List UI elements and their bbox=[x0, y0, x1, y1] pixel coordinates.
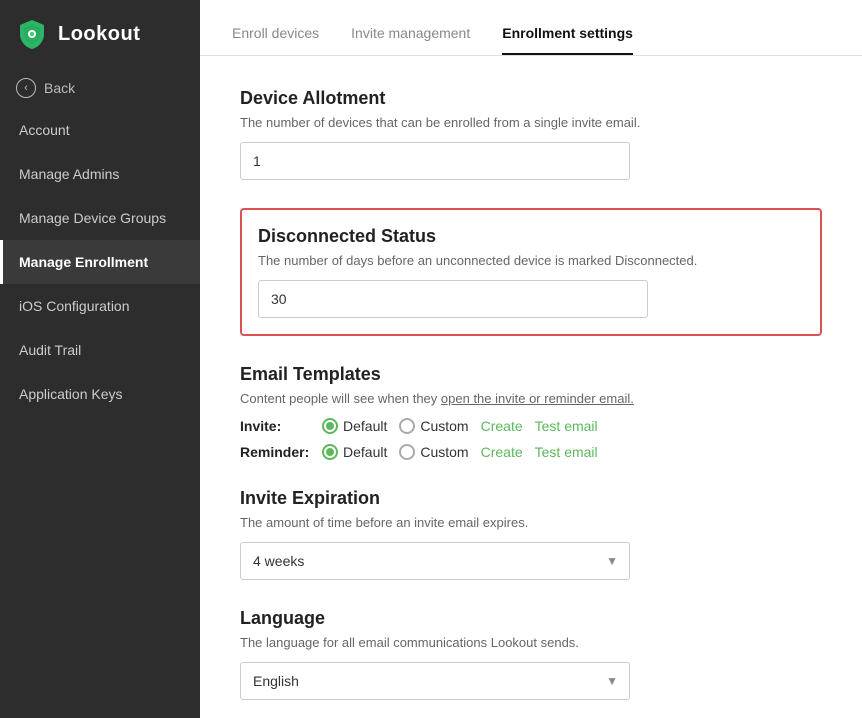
invite-default-radio-dot bbox=[322, 418, 338, 434]
invite-expiration-select-wrapper: 1 week 2 weeks 4 weeks 8 weeks Never ▼ bbox=[240, 542, 630, 580]
invite-create-link[interactable]: Create bbox=[481, 418, 523, 434]
reminder-row: Reminder: Default Custom Create Test ema… bbox=[240, 444, 822, 460]
invite-row: Invite: Default Custom Create Test email bbox=[240, 418, 822, 434]
language-select[interactable]: English French German Spanish bbox=[240, 662, 630, 700]
invite-expiration-section: Invite Expiration The amount of time bef… bbox=[240, 488, 822, 580]
reminder-default-label: Default bbox=[343, 444, 387, 460]
sidebar-item-application-keys[interactable]: Application Keys bbox=[0, 372, 200, 416]
lookout-logo-icon bbox=[16, 18, 48, 50]
invite-expiration-select[interactable]: 1 week 2 weeks 4 weeks 8 weeks Never bbox=[240, 542, 630, 580]
content-area: Device Allotment The number of devices t… bbox=[200, 56, 862, 718]
invite-custom-radio-dot bbox=[399, 418, 415, 434]
language-select-wrapper: English French German Spanish ▼ bbox=[240, 662, 630, 700]
device-allotment-input[interactable] bbox=[240, 142, 630, 180]
disconnected-status-title: Disconnected Status bbox=[258, 226, 804, 247]
language-desc: The language for all email communication… bbox=[240, 635, 822, 650]
disconnected-status-input[interactable] bbox=[258, 280, 648, 318]
reminder-custom-radio-dot bbox=[399, 444, 415, 460]
back-label: Back bbox=[44, 80, 75, 96]
back-arrow-icon: ‹ bbox=[16, 78, 36, 98]
tab-invite-management[interactable]: Invite management bbox=[351, 25, 470, 55]
invite-custom-radio[interactable]: Custom bbox=[399, 418, 468, 434]
email-templates-section: Email Templates Content people will see … bbox=[240, 364, 822, 460]
reminder-custom-label: Custom bbox=[420, 444, 468, 460]
reminder-test-email-link[interactable]: Test email bbox=[535, 444, 598, 460]
sidebar-item-manage-enrollment[interactable]: Manage Enrollment bbox=[0, 240, 200, 284]
invite-expiration-title: Invite Expiration bbox=[240, 488, 822, 509]
sidebar: Lookout ‹ Back Account Manage Admins Man… bbox=[0, 0, 200, 718]
language-section: Language The language for all email comm… bbox=[240, 608, 822, 700]
sidebar-item-account[interactable]: Account bbox=[0, 108, 200, 152]
device-allotment-desc: The number of devices that can be enroll… bbox=[240, 115, 822, 130]
language-title: Language bbox=[240, 608, 822, 629]
device-allotment-title: Device Allotment bbox=[240, 88, 822, 109]
main-panel: Enroll devices Invite management Enrollm… bbox=[200, 0, 862, 718]
reminder-create-link[interactable]: Create bbox=[481, 444, 523, 460]
tab-enrollment-settings[interactable]: Enrollment settings bbox=[502, 25, 633, 55]
sidebar-item-audit-trail[interactable]: Audit Trail bbox=[0, 328, 200, 372]
invite-default-radio[interactable]: Default bbox=[322, 418, 387, 434]
back-button[interactable]: ‹ Back bbox=[0, 68, 200, 108]
reminder-default-radio-dot bbox=[322, 444, 338, 460]
app-name: Lookout bbox=[58, 23, 140, 46]
reminder-default-radio[interactable]: Default bbox=[322, 444, 387, 460]
reminder-custom-radio[interactable]: Custom bbox=[399, 444, 468, 460]
sidebar-item-manage-device-groups[interactable]: Manage Device Groups bbox=[0, 196, 200, 240]
invite-test-email-link[interactable]: Test email bbox=[535, 418, 598, 434]
disconnected-status-section: Disconnected Status The number of days b… bbox=[240, 208, 822, 336]
sidebar-item-ios-configuration[interactable]: iOS Configuration bbox=[0, 284, 200, 328]
sidebar-item-manage-admins[interactable]: Manage Admins bbox=[0, 152, 200, 196]
disconnected-status-desc: The number of days before an unconnected… bbox=[258, 253, 804, 268]
email-templates-title: Email Templates bbox=[240, 364, 822, 385]
invite-expiration-desc: The amount of time before an invite emai… bbox=[240, 515, 822, 530]
device-allotment-section: Device Allotment The number of devices t… bbox=[240, 88, 822, 180]
tab-enroll-devices[interactable]: Enroll devices bbox=[232, 25, 319, 55]
tab-bar: Enroll devices Invite management Enrollm… bbox=[200, 0, 862, 56]
email-templates-desc: Content people will see when they open t… bbox=[240, 391, 822, 406]
reminder-label: Reminder: bbox=[240, 444, 310, 460]
invite-custom-label: Custom bbox=[420, 418, 468, 434]
invite-default-label: Default bbox=[343, 418, 387, 434]
app-logo: Lookout bbox=[0, 0, 200, 68]
sidebar-nav: Account Manage Admins Manage Device Grou… bbox=[0, 108, 200, 718]
invite-label: Invite: bbox=[240, 418, 310, 434]
